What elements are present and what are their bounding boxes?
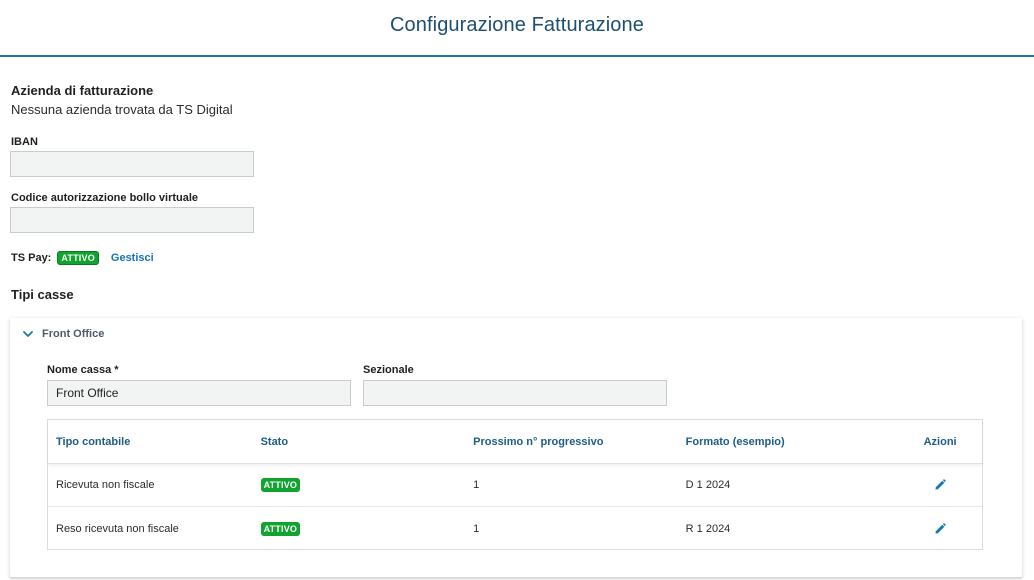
cash-name-input[interactable]: Front Office xyxy=(47,380,351,406)
row-type: Reso ricevuta non fiscale xyxy=(56,522,179,535)
cash-types-table: Tipo contabile Stato Prossimo n° progres… xyxy=(47,419,983,550)
page-title: Configurazione Fatturazione xyxy=(390,14,644,36)
row-status-cell: ATTIVO xyxy=(260,521,474,536)
tspay-status-badge: ATTIVO xyxy=(57,251,99,265)
sectional-input[interactable] xyxy=(363,380,667,406)
chevron-down-icon xyxy=(23,331,33,337)
front-office-accordion-toggle[interactable]: Front Office xyxy=(22,328,104,340)
table-row: Reso ricevuta non fiscale ATTIVO 1 R 1 2… xyxy=(48,507,982,550)
row-actions xyxy=(898,479,982,491)
column-header-status[interactable]: Stato xyxy=(261,436,474,448)
pencil-icon[interactable] xyxy=(934,479,946,491)
bollo-label: Codice autorizzazione bollo virtuale xyxy=(11,192,199,204)
column-header-format[interactable]: Formato (esempio) xyxy=(686,436,899,448)
bollo-input[interactable] xyxy=(10,207,254,233)
column-header-next-number[interactable]: Prossimo n° progressivo xyxy=(473,436,686,448)
row-next-number: 1 xyxy=(473,522,480,535)
table-header: Tipo contabile Stato Prossimo n° progres… xyxy=(48,420,982,464)
cash-types-title: Tipi casse xyxy=(11,287,74,302)
row-status-badge: ATTIVO xyxy=(260,478,301,492)
pencil-icon[interactable] xyxy=(934,522,946,535)
table-row: Ricevuta non fiscale ATTIVO 1 D 1 2024 xyxy=(48,464,982,507)
iban-input[interactable] xyxy=(10,151,254,177)
column-header-type[interactable]: Tipo contabile xyxy=(48,436,261,448)
tspay-label: TS Pay: xyxy=(11,252,52,264)
row-type: Ricevuta non fiscale xyxy=(56,479,155,491)
row-actions xyxy=(898,522,982,535)
iban-label: IBAN xyxy=(11,136,38,148)
column-header-actions: Azioni xyxy=(923,435,957,448)
front-office-panel: Front Office Nome cassa * Front Office S… xyxy=(10,318,1022,578)
company-empty-message: Nessuna azienda trovata da TS Digital xyxy=(11,102,233,117)
page-header: Configurazione Fatturazione xyxy=(0,0,1034,57)
row-status-badge: ATTIVO xyxy=(260,521,301,536)
cash-name-label: Nome cassa * xyxy=(47,364,119,376)
row-format: D 1 2024 xyxy=(685,479,731,491)
row-next-number: 1 xyxy=(473,479,480,491)
row-status-cell: ATTIVO xyxy=(260,478,474,492)
tspay-manage-link[interactable]: Gestisci xyxy=(111,252,154,264)
sectional-label: Sezionale xyxy=(363,364,414,376)
row-format: R 1 2024 xyxy=(685,522,731,535)
company-section-title: Azienda di fatturazione xyxy=(11,83,154,98)
front-office-accordion-title: Front Office xyxy=(42,328,105,340)
tspay-row: TS Pay: ATTIVO Gestisci xyxy=(11,251,154,265)
